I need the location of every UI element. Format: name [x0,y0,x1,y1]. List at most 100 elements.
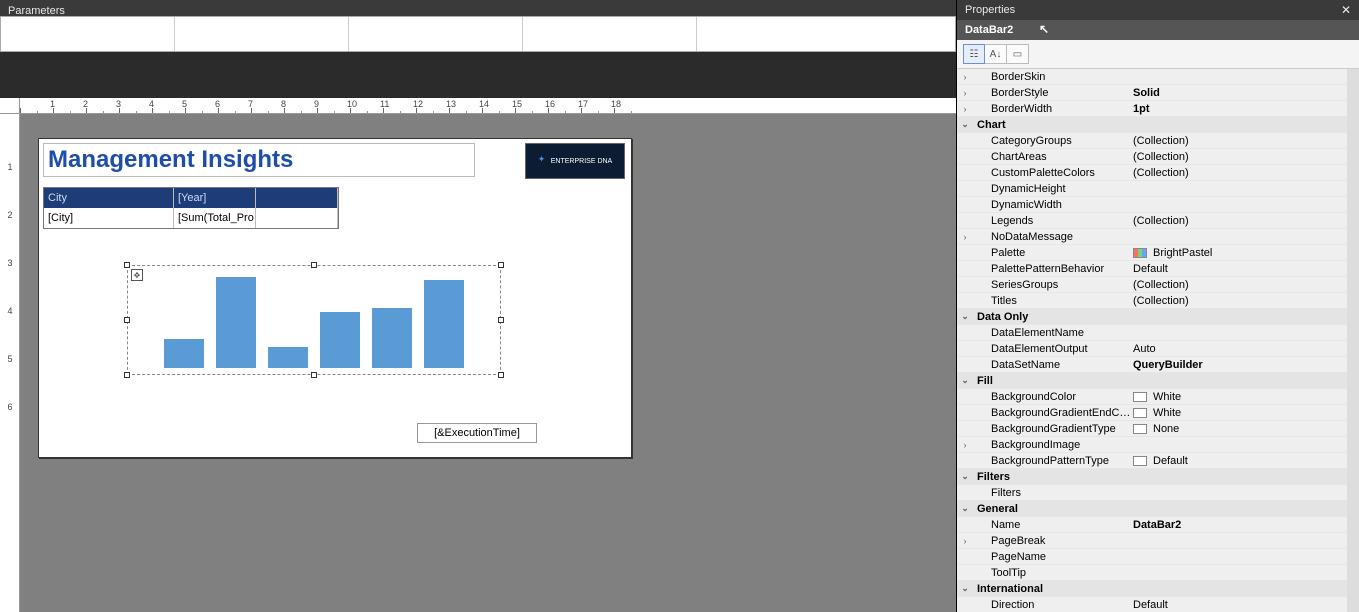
property-row[interactable]: BackgroundGradientEndColorWhite [957,405,1347,421]
collapse-icon[interactable]: ⌄ [957,375,973,386]
expand-icon[interactable]: › [957,104,973,114]
property-grid[interactable]: ›BorderSkin›BorderStyleSolid›BorderWidth… [957,69,1347,612]
property-value[interactable]: 1pt [1131,103,1347,115]
selected-object-row[interactable]: DataBar2 ↖ [957,20,1359,40]
tablix-header-cell[interactable]: City [44,188,174,208]
property-value[interactable]: (Collection) [1131,215,1347,227]
resize-handle[interactable] [498,372,504,378]
categorized-view-button[interactable]: ☷ [963,44,985,64]
resize-handle[interactable] [311,262,317,268]
horizontal-ruler[interactable]: 123456789101112131415161718 [20,98,956,114]
property-row[interactable]: ›BackgroundImage [957,437,1347,453]
property-row[interactable]: BackgroundGradientTypeNone [957,421,1347,437]
property-row[interactable]: DataElementOutputAuto [957,341,1347,357]
property-row[interactable]: DynamicWidth [957,197,1347,213]
expand-icon[interactable]: › [957,88,973,98]
close-icon[interactable]: ✕ [1341,3,1351,17]
property-pages-button[interactable]: ▭ [1007,44,1029,64]
property-value[interactable]: Solid [1131,87,1347,99]
property-category-row[interactable]: ⌄Data Only [957,309,1347,325]
property-row[interactable]: ›BorderSkin [957,69,1347,85]
property-value[interactable]: (Collection) [1131,295,1347,307]
collapse-icon[interactable]: ⌄ [957,311,973,322]
properties-panel-header[interactable]: Properties ✕ [957,0,1359,20]
property-row[interactable]: ›BorderWidth1pt [957,101,1347,117]
expand-icon[interactable]: › [957,232,973,242]
property-value[interactable]: QueryBuilder [1131,359,1347,371]
parameter-cell[interactable] [523,17,697,51]
properties-scrollbar[interactable] [1347,69,1359,612]
property-category-row[interactable]: ⌄General [957,501,1347,517]
property-row[interactable]: DataSetNameQueryBuilder [957,357,1347,373]
property-value[interactable]: Default [1131,263,1347,275]
property-category-row[interactable]: ⌄Fill [957,373,1347,389]
parameter-cell[interactable] [349,17,523,51]
vertical-ruler[interactable]: 123456 [0,114,20,612]
tablix-header-row[interactable]: City [Year] [44,188,338,208]
expand-icon[interactable]: › [957,536,973,546]
parameters-grid[interactable] [0,16,956,52]
property-row[interactable]: CustomPaletteColors(Collection) [957,165,1347,181]
property-value[interactable]: (Collection) [1131,167,1347,179]
property-value[interactable]: (Collection) [1131,135,1347,147]
tablix-body-row[interactable]: [City] [Sum(Total_Pro [44,208,338,228]
parameter-cell[interactable] [1,17,175,51]
alphabetical-view-button[interactable]: A↓ [985,44,1007,64]
property-value[interactable]: (Collection) [1131,151,1347,163]
property-row[interactable]: DirectionDefault [957,597,1347,612]
property-category-row[interactable]: ⌄Filters [957,469,1347,485]
property-value[interactable]: Default [1131,455,1347,467]
property-row[interactable]: ToolTip [957,565,1347,581]
design-canvas[interactable]: Management Insights ENTERPRISE DNA City … [20,114,956,612]
collapse-icon[interactable]: ⌄ [957,119,973,130]
property-row[interactable]: SeriesGroups(Collection) [957,277,1347,293]
resize-handle[interactable] [498,262,504,268]
property-value[interactable]: DataBar2 [1131,519,1347,531]
property-row[interactable]: ›PageBreak [957,533,1347,549]
property-row[interactable]: ›NoDataMessage [957,229,1347,245]
property-value[interactable]: Auto [1131,343,1347,355]
report-title-textbox[interactable]: Management Insights [43,143,475,177]
tablix-header-cell[interactable]: [Year] [174,188,256,208]
property-category-row[interactable]: ⌄International [957,581,1347,597]
property-row[interactable]: Titles(Collection) [957,293,1347,309]
tablix-body-cell[interactable]: [Sum(Total_Pro [174,208,256,228]
tablix-body-cell[interactable]: [City] [44,208,174,228]
expand-icon[interactable]: › [957,72,973,82]
collapse-icon[interactable]: ⌄ [957,583,973,594]
property-row[interactable]: BackgroundPatternTypeDefault [957,453,1347,469]
resize-handle[interactable] [311,372,317,378]
tablix-header-cell[interactable] [256,188,338,208]
property-value[interactable]: White [1131,407,1347,419]
property-value[interactable]: None [1131,423,1347,435]
property-row[interactable]: PalettePatternBehaviorDefault [957,261,1347,277]
resize-handle[interactable] [498,317,504,323]
logo-image[interactable]: ENTERPRISE DNA [525,143,625,179]
property-row[interactable]: Filters [957,485,1347,501]
resize-handle[interactable] [124,317,130,323]
report-surface[interactable]: Management Insights ENTERPRISE DNA City … [38,138,632,458]
property-value[interactable]: White [1131,391,1347,403]
move-handle-icon[interactable]: ✥ [131,269,143,281]
property-row[interactable]: PaletteBrightPastel [957,245,1347,261]
collapse-icon[interactable]: ⌄ [957,471,973,482]
property-row[interactable]: CategoryGroups(Collection) [957,133,1347,149]
tablix-body-cell[interactable] [256,208,338,228]
property-row[interactable]: DataElementName [957,325,1347,341]
property-row[interactable]: ChartAreas(Collection) [957,149,1347,165]
property-category-row[interactable]: ⌄Chart [957,117,1347,133]
resize-handle[interactable] [124,262,130,268]
tablix[interactable]: City [Year] [City] [Sum(Total_Pro [43,187,339,229]
resize-handle[interactable] [124,372,130,378]
collapse-icon[interactable]: ⌄ [957,503,973,514]
property-row[interactable]: DynamicHeight [957,181,1347,197]
property-value[interactable]: Default [1131,599,1347,611]
property-row[interactable]: BackgroundColorWhite [957,389,1347,405]
property-value[interactable]: BrightPastel [1131,247,1347,259]
execution-time-textbox[interactable]: [&ExecutionTime] [417,423,537,443]
property-row[interactable]: Legends(Collection) [957,213,1347,229]
parameter-cell[interactable] [175,17,349,51]
property-row[interactable]: NameDataBar2 [957,517,1347,533]
expand-icon[interactable]: › [957,440,973,450]
databar-chart[interactable]: ✥ [127,265,501,375]
